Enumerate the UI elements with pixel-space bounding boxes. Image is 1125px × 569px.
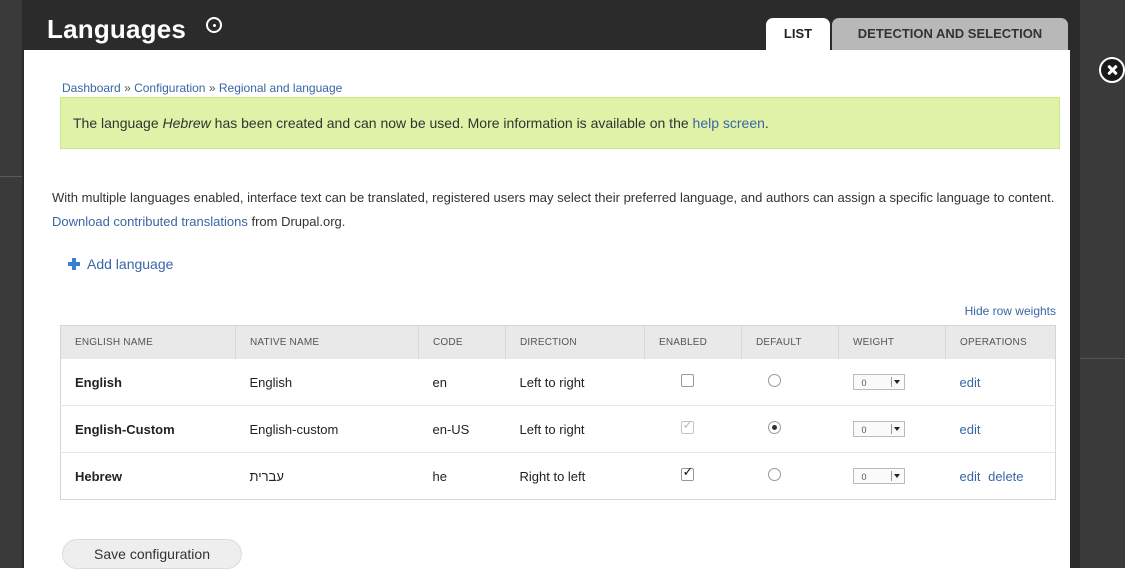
- weight-select[interactable]: 0: [852, 421, 905, 437]
- native-name-cell: English: [235, 359, 419, 406]
- native-name-cell: English-custom: [235, 405, 419, 453]
- background-page-right: [1080, 0, 1125, 568]
- direction-cell: Left to right: [505, 405, 645, 453]
- status-message: The language Hebrew has been created and…: [60, 97, 1060, 149]
- table-header-row: ENGLISH NAME NATIVE NAME CODE DIRECTION …: [60, 325, 1056, 359]
- column-header-english-name: ENGLISH NAME: [60, 325, 236, 359]
- enabled-cell: [644, 359, 742, 406]
- table-row: English English en Left to right 0 edit: [60, 359, 1056, 406]
- operations-cell: edit: [945, 405, 1056, 453]
- close-icon[interactable]: [1099, 57, 1125, 83]
- weight-value: 0: [861, 378, 867, 388]
- default-radio[interactable]: [767, 421, 781, 434]
- edit-link[interactable]: edit: [960, 469, 981, 484]
- page-title: Languages: [47, 14, 187, 44]
- enabled-checkbox[interactable]: [680, 374, 694, 387]
- direction-cell: Left to right: [505, 359, 645, 406]
- status-language-name: Hebrew: [162, 115, 211, 131]
- column-header-enabled: ENABLED: [644, 325, 742, 359]
- edit-link[interactable]: edit: [960, 375, 981, 390]
- english-name-cell: Hebrew: [60, 452, 236, 500]
- column-header-code: CODE: [418, 325, 506, 359]
- status-text-middle: has been created and can now be used. Mo…: [210, 115, 693, 131]
- background-page-left: [0, 0, 22, 568]
- save-configuration-button[interactable]: Save configuration: [62, 539, 242, 569]
- help-screen-link[interactable]: help screen: [693, 115, 765, 131]
- code-cell: en-US: [418, 405, 506, 453]
- weight-value: 0: [861, 425, 867, 435]
- column-header-weight: WEIGHT: [838, 325, 946, 359]
- table-row: Hebrew עברית he Right to left 0 edit del…: [60, 452, 1056, 500]
- code-cell: he: [418, 452, 506, 500]
- weight-select[interactable]: 0: [852, 374, 905, 390]
- enabled-cell: [644, 405, 742, 453]
- english-name-cell: English-Custom: [60, 405, 236, 453]
- status-text-prefix: The language: [73, 115, 163, 131]
- weight-cell: 0: [838, 405, 946, 453]
- breadcrumb-dashboard[interactable]: Dashboard: [62, 81, 121, 95]
- background-divider: [0, 176, 22, 177]
- dropdown-arrow-icon: [890, 471, 902, 481]
- background-divider: [1080, 358, 1125, 359]
- column-header-direction: DIRECTION: [505, 325, 645, 359]
- english-name-cell: English: [60, 359, 236, 406]
- weight-cell: 0: [838, 359, 946, 406]
- default-radio[interactable]: [767, 468, 781, 481]
- dropdown-arrow-icon: [890, 424, 902, 434]
- code-cell: en: [418, 359, 506, 406]
- plus-icon: [68, 258, 80, 270]
- status-text-suffix: .: [764, 115, 769, 131]
- default-cell: [741, 452, 839, 500]
- direction-cell: Right to left: [505, 452, 645, 500]
- tab-detection-and-selection[interactable]: DETECTION AND SELECTION: [832, 18, 1068, 50]
- operations-cell: edit delete: [945, 452, 1056, 500]
- breadcrumb: Dashboard » Configuration » Regional and…: [62, 81, 342, 95]
- intro-suffix: from Drupal.org.: [247, 214, 346, 229]
- enabled-checkbox[interactable]: [680, 417, 694, 434]
- operations-cell: edit: [945, 359, 1056, 406]
- column-header-operations: OPERATIONS: [945, 325, 1056, 359]
- default-cell: [741, 405, 839, 453]
- weight-value: 0: [861, 472, 867, 482]
- hide-row-weights-link[interactable]: Hide row weights: [965, 304, 1056, 318]
- default-radio[interactable]: [767, 374, 781, 387]
- add-language-link[interactable]: Add language: [68, 256, 173, 272]
- column-header-native-name: NATIVE NAME: [235, 325, 419, 359]
- intro-text: With multiple languages enabled, interfa…: [52, 186, 1062, 234]
- breadcrumb-regional-and-language[interactable]: Regional and language: [219, 81, 342, 95]
- enabled-cell: [644, 452, 742, 500]
- breadcrumb-separator: »: [124, 81, 131, 95]
- enabled-checkbox[interactable]: [680, 464, 694, 481]
- add-shortcut-icon[interactable]: [206, 17, 222, 33]
- add-language-label: Add language: [87, 256, 174, 272]
- overlay-modal: Dashboard » Configuration » Regional and…: [24, 50, 1070, 569]
- default-cell: [741, 359, 839, 406]
- table-row: English-Custom English-custom en-US Left…: [60, 405, 1056, 453]
- weight-select[interactable]: 0: [852, 468, 905, 484]
- breadcrumb-separator: »: [208, 81, 216, 95]
- weight-cell: 0: [838, 452, 946, 500]
- tab-list[interactable]: LIST: [766, 18, 830, 50]
- dropdown-arrow-icon: [890, 377, 902, 387]
- intro-body: With multiple languages enabled, interfa…: [52, 190, 1055, 205]
- column-header-default: DEFAULT: [741, 325, 839, 359]
- native-name-cell: עברית: [235, 452, 419, 500]
- languages-table: ENGLISH NAME NATIVE NAME CODE DIRECTION …: [60, 325, 1056, 500]
- breadcrumb-configuration[interactable]: Configuration: [134, 81, 205, 95]
- edit-link[interactable]: edit: [960, 422, 981, 437]
- delete-link[interactable]: delete: [988, 469, 1023, 484]
- download-translations-link[interactable]: Download contributed translations: [52, 214, 248, 229]
